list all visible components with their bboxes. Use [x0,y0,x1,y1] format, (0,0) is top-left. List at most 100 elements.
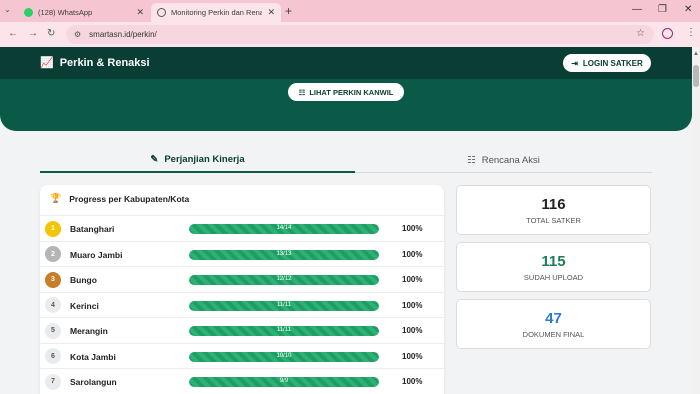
progress-title: Progress per Kabupaten/Kota [69,193,190,204]
rank-badge: 5 [45,322,61,339]
rank-badge: 4 [45,297,61,313]
progress-bar-label: 14/14 [276,225,292,231]
progress-row: 4 Kerinci 11/11 100% [40,291,444,318]
tab-perjanjian-kinerja[interactable]: ✎ Perjanjian Kinerja [40,148,355,173]
progress-bar: 14/14 [189,224,379,234]
tab-title: (128) WhatsApp [38,8,93,17]
progress-bar-label: 13/13 [276,250,292,257]
progress-bar-label: 9/9 [279,378,289,384]
rank-badge: 2 [45,246,61,262]
progress-percent: 100% [402,377,423,386]
tab-close-icon[interactable]: ✕ [267,7,275,18]
tab-title: Monitoring Perkin dan Renaksi [171,8,263,17]
tab-close-icon[interactable]: ✕ [136,7,144,18]
progress-percent: 100% [402,300,423,310]
content-tabs: ✎ Perjanjian Kinerja ☷ Rencana Aksi [40,148,652,173]
rank-badge: 3 [45,271,61,288]
stat-label: TOTAL SATKER [526,216,581,225]
tab-rencana-aksi[interactable]: ☷ Rencana Aksi [355,148,652,173]
region-name: Kota Jambi [70,351,116,362]
browser-toolbar: ← → ↻ ⚙ smartasn.id/perkin/ ☆ ⋮ [0,22,700,47]
list-icon: ☷ [467,154,476,166]
progress-bar: 9/9 [189,377,379,387]
progress-percent: 100% [402,351,423,361]
region-name: Kerinci [70,300,99,311]
brand-title: Perkin & Renaksi [59,56,150,69]
progress-bar: 10/10 [189,351,379,362]
progress-bar-label: 10/10 [276,352,292,359]
tab-label: Rencana Aksi [481,154,540,166]
list-icon: ☷ [298,87,306,97]
region-name: Sarolangun [70,377,117,387]
hero-banner: 📈 Perkin & Renaksi ⇥ LOGIN SATKER ☷ LIHA… [0,47,692,131]
site-settings-icon[interactable]: ⚙ [74,30,81,39]
profile-icon[interactable] [662,28,673,39]
region-name: Merangin [70,326,108,336]
tab-search-icon[interactable]: ⌄ [4,5,14,15]
whatsapp-icon [24,8,33,17]
stat-label: DOKUMEN FINAL [522,330,585,339]
progress-card-title: 🏆 Progress per Kabupaten/Kota [50,193,189,204]
page-scrollbar[interactable]: ▲ [692,47,700,394]
tab-label: Perjanjian Kinerja [164,154,245,165]
minimize-button[interactable]: — [632,4,642,15]
progress-bar-label: 12/12 [276,276,292,282]
trophy-icon: 🏆 [50,193,62,203]
page-content: 📈 Perkin & Renaksi ⇥ LOGIN SATKER ☷ LIHA… [0,47,692,394]
stat-label: SUDAH UPLOAD [523,273,584,282]
new-tab-button[interactable]: + [285,4,292,18]
progress-bar-label: 11/11 [276,301,292,308]
browser-tab-whatsapp[interactable]: (128) WhatsApp ✕ [18,3,150,22]
stat-dokumen-final: 47 DOKUMEN FINAL [456,299,651,349]
progress-percent: 100% [402,326,423,335]
site-brand[interactable]: 📈 Perkin & Renaksi [40,56,150,70]
browser-tab-perkin[interactable]: Monitoring Perkin dan Renaksi ✕ [151,3,281,22]
chart-line-icon: 📈 [40,57,54,69]
back-button[interactable]: ← [8,28,18,39]
top-navbar: 📈 Perkin & Renaksi ⇥ LOGIN SATKER [0,47,692,79]
globe-icon [157,8,166,17]
address-bar[interactable]: ⚙ smartasn.id/perkin/ [66,25,654,44]
progress-percent: 100% [402,249,423,259]
window-close-button[interactable]: ✕ [684,4,692,15]
progress-bar: 13/13 [189,249,379,260]
progress-bar: 11/11 [189,300,379,311]
rank-badge: 1 [45,220,61,237]
progress-percent: 100% [402,224,423,233]
progress-row: 3 Bungo 12/12 100% [40,266,444,292]
progress-row: 7 Sarolangun 9/9 100% [40,368,444,394]
browser-menu-icon[interactable]: ⋮ [686,27,696,38]
bookmark-star-icon[interactable]: ☆ [636,28,645,39]
progress-row: 6 Kota Jambi 10/10 100% [40,342,444,369]
rank-badge: 7 [45,373,61,390]
restore-button[interactable]: ❐ [658,4,667,15]
kanwil-label: LIHAT PERKIN KANWIL [309,87,394,97]
url-text: smartasn.id/perkin/ [89,30,157,39]
login-label: LOGIN SATKER [582,58,643,68]
progress-bar: 11/11 [189,326,379,336]
rank-badge: 6 [45,348,61,364]
progress-row: 1 Batanghari 14/14 100% [40,215,444,241]
lihat-perkin-kanwil-button[interactable]: ☷ LIHAT PERKIN KANWIL [288,83,404,101]
stat-total-satker: 116 TOTAL SATKER [456,185,651,235]
stat-value: 47 [545,310,562,327]
login-icon: ⇥ [571,58,578,68]
scrollbar-thumb[interactable] [693,65,699,87]
progress-card: 🏆 Progress per Kabupaten/Kota 1 Batanghar… [40,185,444,394]
stat-value: 116 [541,196,566,213]
progress-row: 2 Muaro Jambi 13/13 100% [40,240,444,267]
progress-bar: 12/12 [189,275,379,285]
region-name: Batanghari [70,224,115,234]
progress-percent: 100% [402,275,423,284]
browser-tab-strip: ⌄ (128) WhatsApp ✕ Monitoring Perkin dan… [0,0,700,22]
login-satker-button[interactable]: ⇥ LOGIN SATKER [563,54,651,72]
progress-row: 5 Merangin 11/11 100% [40,317,444,343]
stat-sudah-upload: 115 SUDAH UPLOAD [456,242,651,292]
region-name: Muaro Jambi [70,249,123,260]
progress-bar-label: 11/11 [276,327,292,333]
scroll-up-icon[interactable]: ▲ [693,51,699,57]
document-edit-icon: ✎ [150,154,159,165]
reload-button[interactable]: ↻ [47,28,55,39]
region-name: Bungo [70,275,97,285]
forward-button[interactable]: → [28,28,38,39]
